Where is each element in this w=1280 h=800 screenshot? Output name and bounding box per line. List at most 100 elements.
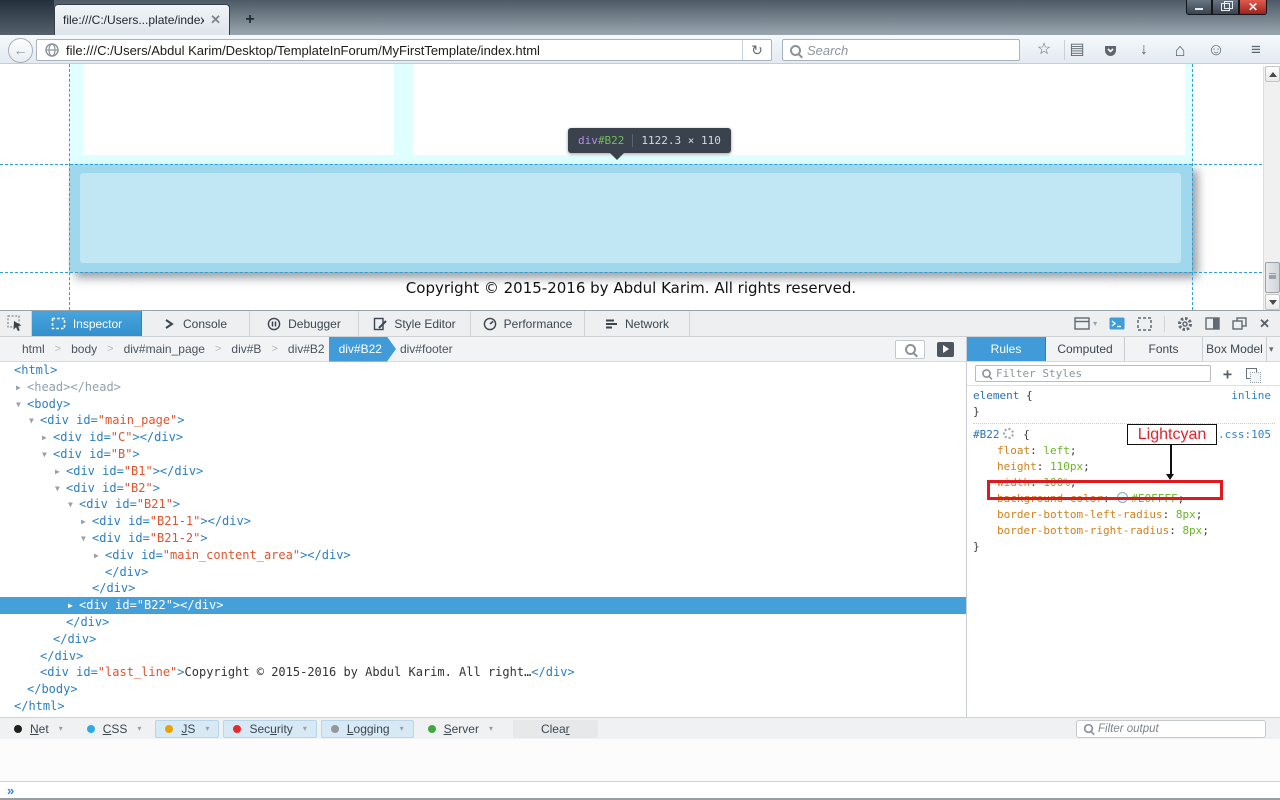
rule-gear-icon[interactable] (1003, 428, 1014, 439)
filter-caret-icon[interactable]: ▾ (303, 724, 307, 733)
reload-button[interactable]: ↻ (742, 40, 771, 60)
markup-node[interactable]: <html> (0, 362, 966, 379)
markup-node[interactable]: ▶<div id="main_content_area"></div> (0, 547, 966, 564)
rules-filter-input[interactable] (996, 367, 1210, 380)
collapse-arrow-icon[interactable]: ▼ (68, 497, 73, 514)
page-scrollbar[interactable] (1263, 66, 1280, 310)
console-filter-net[interactable]: Net▾ (4, 720, 73, 738)
declaration-height[interactable]: height: 110px; (973, 459, 1275, 475)
expand-arrow-icon[interactable]: ▶ (55, 464, 60, 481)
split-console-icon[interactable] (1109, 317, 1125, 330)
url-bar[interactable]: ↻ (36, 39, 772, 61)
search-bar[interactable] (782, 39, 1020, 61)
settings-gear-icon[interactable] (1177, 316, 1193, 332)
bookmark-star-icon[interactable]: ☆ (1032, 40, 1056, 60)
sidebar-tab-computed[interactable]: Computed (1046, 337, 1125, 361)
collapse-arrow-icon[interactable]: ▼ (55, 481, 60, 498)
tab-inspector[interactable]: Inspector (32, 311, 142, 336)
hello-smiley-icon[interactable]: ☺ (1204, 40, 1228, 60)
console-filter-css[interactable]: CSS▾ (77, 720, 152, 738)
markup-node[interactable]: ▼<div id="B2"> (0, 480, 966, 497)
markup-node[interactable]: ▼<div id="B21-2"> (0, 530, 966, 547)
collapse-arrow-icon[interactable]: ▼ (42, 447, 47, 464)
markup-node[interactable]: ▶<div id="C"></div> (0, 429, 966, 446)
console-filter-js[interactable]: JS▾ (155, 720, 219, 738)
tab-close-icon[interactable]: ✕ (210, 12, 221, 28)
sidebar-tab-box-model[interactable]: Box Model (1203, 337, 1267, 361)
markup-node[interactable]: </div> (0, 648, 966, 665)
expand-arrow-icon[interactable]: ▶ (42, 430, 47, 447)
markup-node[interactable]: <div id="last_line">Copyright © 2015-201… (0, 664, 966, 681)
expand-arrow-icon[interactable]: ▶ (16, 380, 21, 397)
expand-arrow-icon[interactable]: ▶ (68, 598, 73, 615)
markup-node[interactable]: ▶<head></head> (0, 379, 966, 396)
home-icon[interactable]: ⌂ (1168, 40, 1192, 60)
pseudo-class-button[interactable] (1246, 368, 1257, 379)
filter-caret-icon[interactable]: ▾ (59, 724, 63, 733)
console-clear-button[interactable]: Clear (513, 720, 598, 738)
console-filter-security[interactable]: Security▾ (223, 720, 316, 738)
console-filter-logging[interactable]: Logging▾ (321, 720, 414, 738)
window-minimize-button[interactable] (1186, 0, 1212, 15)
element-rule-source-link[interactable]: inline (1231, 388, 1271, 404)
collapse-arrow-icon[interactable]: ▼ (81, 531, 86, 548)
markup-node[interactable]: ▶<div id="B21-1"></div> (0, 513, 966, 530)
sidebar-tabs-overflow-caret[interactable]: ▾ (1267, 337, 1278, 361)
breadcrumb-item-div-main-page[interactable]: div#main_page (120, 342, 209, 356)
tab-debugger[interactable]: Debugger (250, 311, 359, 336)
window-restore-button[interactable] (1212, 0, 1239, 15)
tab-network[interactable]: Network (585, 311, 690, 336)
sidebar-tab-rules[interactable]: Rules (967, 337, 1046, 361)
tab-console[interactable]: Console (142, 311, 250, 336)
dock-side-icon[interactable] (1205, 317, 1220, 330)
frame-select-icon[interactable]: ▾ (1074, 317, 1097, 330)
element-rule-selector[interactable]: element { inline (973, 388, 1275, 404)
search-input[interactable] (807, 43, 1019, 58)
breadcrumb-item-body[interactable]: body (67, 342, 101, 356)
declaration-float[interactable]: float: left; (973, 443, 1275, 459)
expand-arrow-icon[interactable]: ▶ (94, 548, 99, 565)
expand-sidebar-button[interactable] (937, 342, 954, 357)
breadcrumb-item-html[interactable]: html (18, 342, 49, 356)
markup-node[interactable]: </html> (0, 698, 966, 715)
markup-node[interactable]: ▼<body> (0, 396, 966, 413)
breadcrumb-item-div-b[interactable]: div#B (227, 342, 265, 356)
markup-node[interactable]: ▶<div id="B1"></div> (0, 463, 966, 480)
sidebar-tab-fonts[interactable]: Fonts (1125, 337, 1203, 361)
b22-rule-selector[interactable]: #B22 { default.css:105 (973, 427, 1275, 443)
declaration-border-bottom-right-radius[interactable]: border-bottom-right-radius: 8px; (973, 523, 1275, 539)
console-filter-output-box[interactable] (1076, 720, 1266, 738)
breadcrumb-item-div-b2[interactable]: div#B2 (284, 342, 329, 356)
console-input-line[interactable]: » (0, 781, 1280, 798)
devtools-close-icon[interactable]: ✕ (1259, 316, 1270, 332)
filter-caret-icon[interactable]: ▾ (489, 724, 493, 733)
breadcrumb-item-div-b22[interactable]: div#B22 (329, 337, 396, 362)
markup-node[interactable]: ▼<div id="B21"> (0, 496, 966, 513)
markup-node[interactable]: </body> (0, 681, 966, 698)
markup-node[interactable]: </div> (0, 631, 966, 648)
markup-node-selected[interactable]: ▶<div id="B22"></div> (0, 597, 966, 614)
expand-arrow-icon[interactable]: ▶ (81, 514, 86, 531)
console-filter-server[interactable]: Server▾ (418, 720, 503, 738)
markup-node[interactable]: </div> (0, 580, 966, 597)
markup-search-button[interactable] (895, 340, 925, 359)
scrollbar-thumb[interactable] (1265, 262, 1280, 293)
downloads-icon[interactable]: ↓ (1132, 40, 1156, 60)
reading-list-icon[interactable]: ▤ (1064, 40, 1089, 60)
declaration-border-bottom-left-radius[interactable]: border-bottom-left-radius: 8px; (973, 507, 1275, 523)
filter-caret-icon[interactable]: ▾ (400, 724, 404, 733)
window-close-button[interactable]: ✕ (1239, 0, 1267, 15)
add-rule-button[interactable]: + (1223, 365, 1232, 383)
filter-caret-icon[interactable]: ▾ (137, 724, 141, 733)
collapse-arrow-icon[interactable]: ▼ (29, 413, 34, 430)
scroll-up-button[interactable] (1265, 66, 1280, 82)
scroll-down-button[interactable] (1265, 294, 1280, 310)
breadcrumb-item-div-footer[interactable]: div#footer (396, 342, 457, 356)
markup-node[interactable]: ▼<div id="main_page"> (0, 412, 966, 429)
markup-node[interactable]: </div> (0, 614, 966, 631)
new-tab-button[interactable]: + (238, 10, 262, 30)
menu-hamburger-icon[interactable]: ≡ (1244, 40, 1268, 60)
collapse-arrow-icon[interactable]: ▼ (16, 397, 21, 414)
separate-window-icon[interactable] (1232, 317, 1247, 330)
pocket-icon[interactable] (1098, 40, 1122, 60)
